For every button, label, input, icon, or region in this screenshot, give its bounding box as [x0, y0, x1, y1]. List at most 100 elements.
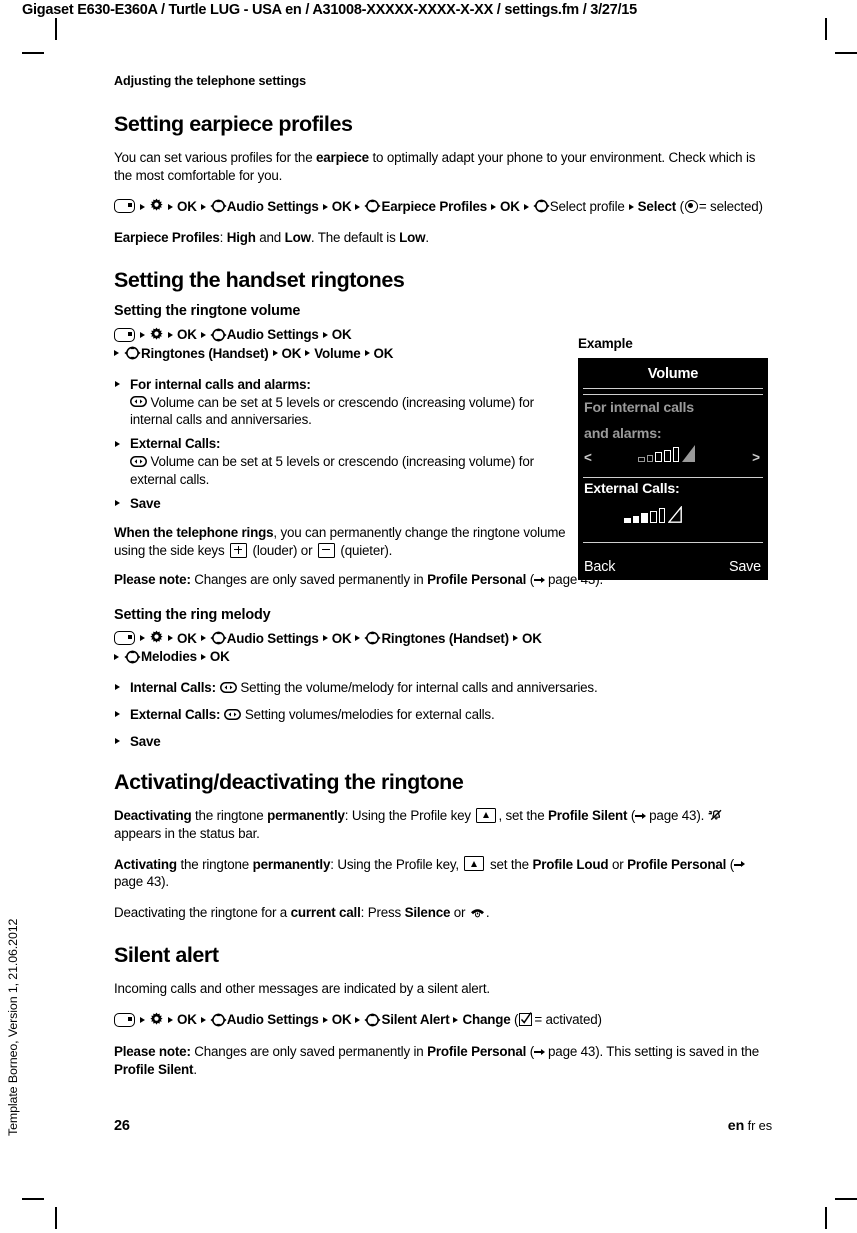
curr-silence-softkey: Silence [404, 905, 451, 921]
deact-tail-text: appears in the status bar. [114, 825, 260, 841]
deact-paren-open: ( [627, 807, 636, 823]
language-indicator: en fr es [728, 1118, 772, 1134]
earpiece-profiles-item: Earpiece Profiles [381, 198, 488, 214]
silent-note-page-ref: page 43 [548, 1043, 596, 1059]
silent-alert-change-softkey: Change [462, 1012, 511, 1028]
deact-bold: Deactivating [114, 807, 192, 823]
step-arrow-icon [628, 203, 634, 210]
step-arrow-icon [200, 203, 206, 210]
ringtone-volume-ok-2: OK [331, 327, 352, 343]
step-arrow-icon [114, 350, 119, 357]
step-arrow-icon [523, 203, 529, 210]
earpiece-intro-bold: earpiece [316, 150, 369, 166]
volume-bar [632, 515, 640, 523]
display-chevron-left[interactable]: < [584, 450, 592, 465]
act-text-d: : Using the Profile key, [330, 856, 463, 872]
display-key-icon [114, 1012, 135, 1027]
rocker-key-icon [219, 681, 237, 693]
ringtone-volume-ok-3: OK [281, 345, 302, 361]
silent-note-paren-open: ( [526, 1043, 535, 1059]
note-profile-personal: Profile Personal [427, 571, 527, 587]
silent-note-text-b: ). This setting is saved in the [595, 1043, 760, 1059]
melody-bullet-save: Save [130, 733, 161, 749]
curr-or: or [450, 905, 469, 921]
volume-bar [672, 447, 680, 462]
volume-bar [655, 452, 662, 462]
example-label: Example [578, 336, 633, 351]
display-key-icon [114, 199, 135, 214]
step-arrow-icon [140, 1016, 145, 1023]
control-key-icon [533, 199, 550, 213]
earpiece-value-low: Low [284, 230, 311, 246]
curr-current-call: current call [290, 905, 361, 921]
earpiece-select-profile: Select profile [549, 198, 625, 214]
step-arrow-icon [140, 331, 145, 338]
display-key-icon [114, 631, 135, 646]
step-arrow-icon [322, 203, 328, 210]
ringtone-volume-audio-settings: Audio Settings [226, 327, 319, 343]
step-arrow-icon [355, 1016, 361, 1023]
bullet-save: Save [130, 495, 161, 511]
silent-alert-intro: Incoming calls and other messages are in… [114, 981, 490, 997]
subsection-title-ring-melody: Setting the ring melody [114, 606, 271, 623]
crop-mark-top-right-vertical [825, 18, 827, 40]
earpiece-audio-settings: Audio Settings [226, 198, 319, 214]
earpiece-ok-1: OK [177, 198, 197, 214]
earpiece-profiles-values: Earpiece Profiles: High and Low. The def… [114, 229, 772, 247]
crop-mark-top-right-horizontal [835, 52, 857, 54]
act-text-e: set the [486, 856, 533, 872]
silent-alert-ok-2: OK [331, 1012, 352, 1028]
crescendo-indicator-icon [682, 445, 696, 462]
display-chevron-right[interactable]: > [752, 450, 760, 465]
section-title-earpiece-profiles: Setting earpiece profiles [114, 112, 353, 136]
act-profile-personal: Profile Personal [627, 856, 727, 872]
control-key-icon [364, 199, 382, 213]
step-arrow-icon [453, 1016, 459, 1023]
earpiece-nav-path: OK Audio Settings OK Earpiece Profiles OK Sel… [114, 198, 772, 216]
softkey-back[interactable]: Back [584, 559, 615, 575]
deactivating-permanently-paragraph: Deactivating the ringtone permanently: U… [114, 807, 772, 843]
display-title: Volume [647, 366, 699, 382]
act-paren-close: ). [161, 874, 169, 890]
ring-melody-ok-4: OK [209, 649, 230, 665]
curr-text-a: Deactivating the ringtone for a [114, 905, 291, 921]
rocker-key-icon [130, 456, 147, 468]
deact-paren-close: ). [696, 807, 708, 823]
ringtone-volume-sidekeys-paragraph: When the telephone rings, you can perman… [114, 524, 569, 560]
earpiece-ok-2: OK [331, 198, 352, 214]
step-arrow-icon [200, 331, 206, 338]
ring-melody-ok-1: OK [177, 630, 197, 646]
silent-note-label: Please note: [114, 1043, 191, 1059]
silent-alert-item: Silent Alert [381, 1012, 450, 1028]
subsection-title-ringtone-volume: Setting the ringtone volume [114, 303, 301, 320]
ringtone-volume-ok-4: OK [373, 345, 394, 361]
rings-text-c: (louder) or [249, 542, 316, 558]
crop-mark-bottom-right-vertical [825, 1207, 827, 1229]
chapter-title: Adjusting the telephone settings [114, 74, 307, 88]
page-body: Adjusting the telephone settings Setting… [114, 74, 772, 1091]
list-item: Save [114, 733, 772, 751]
ringtone-volume-column: Setting the ringtone volume OK Audio Sett… [114, 303, 569, 559]
paren-open: ( [510, 1012, 519, 1028]
display-divider [583, 394, 763, 395]
silent-alert-ok-1: OK [177, 1012, 197, 1028]
ringtone-volume-nav-path: OK Audio Settings OK Ringtones (Handset) OK V… [114, 326, 569, 362]
softkey-save[interactable]: Save [729, 559, 761, 575]
bullet-text-internal: Volume can be set at 5 levels or crescen… [130, 394, 534, 428]
step-arrow-icon [512, 635, 518, 642]
earpiece-value-high: High [226, 230, 256, 246]
earpiece-intro-paragraph: You can set various profiles for the ear… [114, 149, 772, 185]
settings-gear-icon [149, 630, 164, 645]
note-paren-open: ( [526, 571, 535, 587]
example-figure: Example Volume For internal calls and al… [578, 336, 768, 580]
section-title-handset-ringtones: Setting the handset ringtones [114, 268, 405, 293]
section-title-silent-alert: Silent alert [114, 943, 219, 968]
control-key-icon [124, 649, 141, 664]
silent-alert-note: Please note: Changes are only saved perm… [114, 1043, 772, 1079]
melody-bullet-text-internal: Setting the volume/melody for internal c… [236, 679, 598, 695]
handset-display-mockup: Volume For internal calls and alarms: < … [578, 358, 768, 580]
page-number: 26 [114, 1118, 130, 1134]
volume-bar [658, 508, 666, 523]
rings-text-d: (quieter). [336, 542, 393, 558]
volume-meter-internal [638, 444, 696, 462]
